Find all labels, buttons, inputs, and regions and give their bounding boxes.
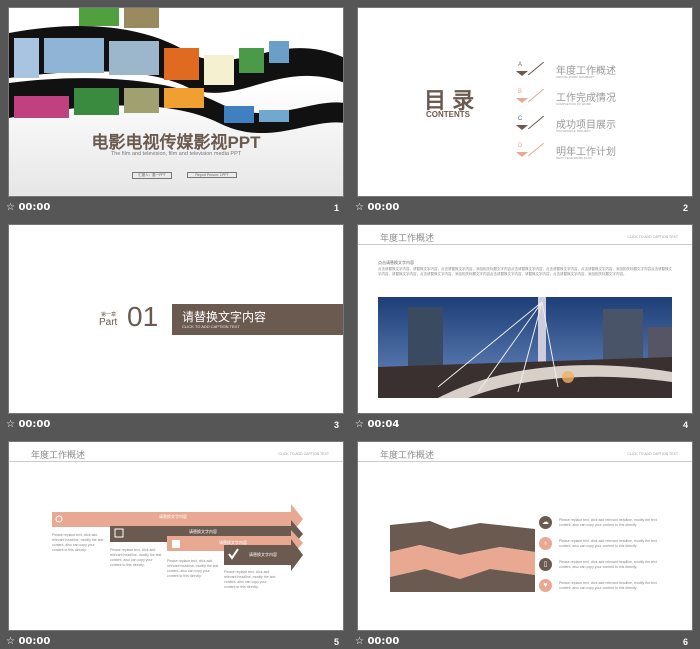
body-text: 点击请替换文字内容，请替换文字内容，点击请替换文字内容，添加相关标题文字内容点击…: [378, 267, 672, 276]
item-letter: A: [518, 62, 523, 68]
step-4-desc: Please replace text, click add relevant …: [224, 570, 276, 589]
time: 00:00: [367, 636, 400, 647]
slide-3-timing: ☆ 00:00: [6, 419, 50, 430]
item-sub: ANNUAL WORK SUMMARY: [556, 75, 595, 79]
header-caption: CLICK TO ADD CAPTION TEXT: [627, 235, 678, 239]
star-transition-icon: ☆: [6, 636, 15, 647]
slide-header: 年度工作概述: [380, 233, 435, 243]
slide-header: 年度工作概述: [380, 450, 435, 460]
time: 00:04: [367, 419, 400, 430]
step-1-desc: Please replace text, click add relevant …: [52, 533, 104, 552]
slide-2-timing: ☆ 00:00: [355, 202, 399, 213]
star-transition-icon: ☆: [355, 419, 364, 430]
step-3-label: 请替换文字内容: [219, 540, 247, 545]
triangle-icon: [516, 125, 528, 130]
slide-thumbnail-1[interactable]: 电影电视传媒影视PPT The film and television, fil…: [8, 7, 344, 197]
triangle-icon: [516, 71, 528, 76]
time: 00:00: [18, 419, 51, 430]
slide-number: 2: [683, 203, 689, 213]
item-desc: Please replace text, click add relevant …: [559, 518, 657, 527]
slide-6-timing: ☆ 00:00: [355, 636, 399, 647]
item-sub: NEXT YEAR WORK PLAN: [556, 156, 592, 160]
slide-subtitle: The film and television, film and televi…: [110, 151, 242, 157]
star-transition-icon: ☆: [6, 419, 15, 430]
reporter-box: 汇报人：墨一PPT: [132, 172, 172, 179]
report-person-box: Report Person: 1PPT: [187, 172, 237, 178]
item-letter: B: [518, 89, 523, 95]
item-sub: SUCCESSFUL PROJECT: [556, 129, 591, 133]
item-letter: C: [518, 116, 523, 122]
slide-5-timing: ☆ 00:00: [6, 636, 50, 647]
slash-divider: [528, 115, 544, 130]
step-2-label: 请替换文字内容: [189, 529, 217, 534]
star-transition-icon: ☆: [6, 202, 15, 213]
slide-thumbnail-3[interactable]: 第一章 Part 01 请替换文字内容 CLICK TO ADD CAPTION…: [8, 224, 344, 414]
step-3-desc: Please replace text, click add relevant …: [167, 559, 219, 578]
slide-number: 4: [683, 420, 689, 430]
item-desc: Please replace text, click add relevant …: [559, 539, 657, 548]
contents-subtitle: CONTENTS: [426, 110, 470, 119]
time: 00:00: [367, 202, 400, 213]
star-transition-icon: ☆: [355, 202, 364, 213]
slide-number: 5: [334, 637, 340, 647]
document-icon: ▯: [539, 558, 552, 571]
time: 00:00: [18, 202, 51, 213]
slide-number: 6: [683, 637, 689, 647]
slide-thumbnail-4[interactable]: 年度工作概述 CLICK TO ADD CAPTION TEXT 点击请替换文字…: [357, 224, 693, 414]
body-title: 点击请替换文字内容: [378, 260, 414, 265]
triangle-icon: [516, 152, 528, 157]
city-bridge-photo: [378, 297, 672, 398]
slide-title: 电影电视传媒影视PPT: [91, 133, 261, 152]
step-4-label: 请替换文字内容: [249, 552, 277, 557]
slide-number: 1: [334, 203, 340, 213]
mountain-shape-graphic: [390, 521, 535, 592]
triangle-icon: [516, 98, 528, 103]
time: 00:00: [18, 636, 51, 647]
caption-text: CLICK TO ADD CAPTION TEXT: [182, 324, 240, 329]
step-2-desc: Please replace text, click add relevant …: [110, 548, 162, 567]
slash-divider: [528, 61, 544, 76]
header-caption: CLICK TO ADD CAPTION TEXT: [627, 452, 678, 456]
item-sub: COMPLETION OF WORK: [556, 102, 592, 106]
star-transition-icon: ☆: [355, 636, 364, 647]
film-strip-image: [9, 8, 343, 133]
slide-number: 3: [334, 420, 340, 430]
item-desc: Please replace text, click add relevant …: [559, 560, 657, 569]
slide-4-timing: ☆ 00:04: [355, 419, 399, 430]
slash-divider: [528, 88, 544, 103]
slide-thumbnail-5[interactable]: 年度工作概述 CLICK TO ADD CAPTION TEXT 请替换文字内容…: [8, 441, 344, 631]
heading-text: 请替换文字内容: [182, 310, 267, 324]
item-letter: D: [518, 143, 523, 149]
heading-banner: 请替换文字内容 CLICK TO ADD CAPTION TEXT: [172, 304, 343, 335]
header-divider: [358, 461, 692, 462]
slide-thumbnail-6[interactable]: 年度工作概述 CLICK TO ADD CAPTION TEXT ☁ Pleas…: [357, 441, 693, 631]
heart-shield-icon: ♥: [539, 579, 552, 592]
step-1-label: 请替换文字内容: [159, 514, 187, 519]
slash-divider: [528, 142, 544, 157]
header-divider: [358, 244, 692, 245]
part-label: Part: [99, 317, 118, 328]
item-desc: Please replace text, click add relevant …: [559, 581, 657, 590]
lightbulb-icon: ♁: [539, 537, 552, 550]
part-number: 01: [127, 301, 159, 332]
slide-1-timing: ☆ 00:00: [6, 202, 50, 213]
slide-thumbnail-2[interactable]: 目 录 CONTENTS A 年度工作概述 ANNUAL WORK SUMMAR…: [357, 7, 693, 197]
cloud-icon: ☁: [539, 516, 552, 529]
